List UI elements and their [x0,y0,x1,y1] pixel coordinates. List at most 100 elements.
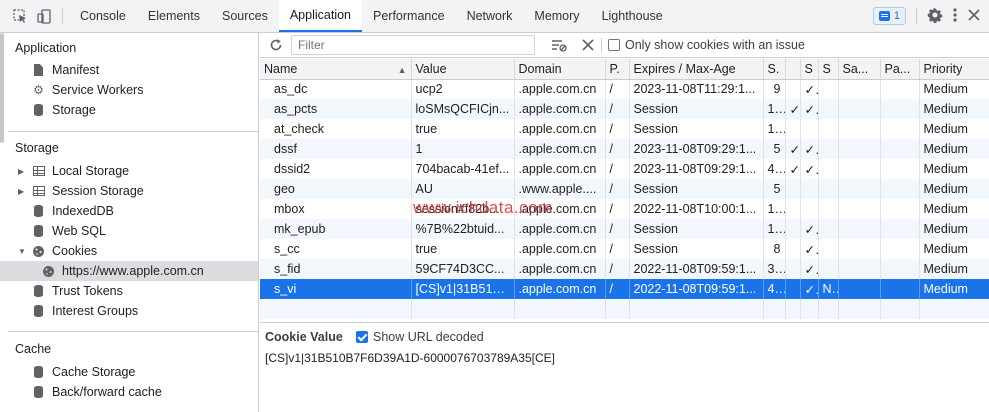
collapse-arrow-icon[interactable]: ▼ [18,247,28,256]
tab-sources[interactable]: Sources [211,0,279,32]
cell-httponly [785,119,801,139]
column-header-expires[interactable]: Expires / Max-Age [629,59,764,80]
cell-samesite [818,259,839,279]
column-header-samesite[interactable]: S [818,59,839,80]
column-header-name[interactable]: Name ▲ [260,59,412,80]
table-row[interactable]: s_vi [CS]v1|31B510... .apple.com.cn/2022-1… [260,279,989,299]
column-header-size[interactable]: S. [763,59,786,80]
tab-performance[interactable]: Performance [362,0,456,32]
cell-domain: .apple.com.cn [514,239,606,259]
cell-domain: .apple.com.cn [514,159,606,179]
sidebar-item-back-forward-cache[interactable]: Back/forward cache [0,382,258,402]
cell-priority: Medium [919,139,989,159]
cell-name: as_pcts [260,99,412,119]
table-row[interactable]: mk_epub %7B%22btuid... .apple.com.cn / Sessi… [260,219,989,239]
tab-lighthouse[interactable]: Lighthouse [591,0,674,32]
sidebar-divider [8,331,259,332]
table-row[interactable]: mbox session#f82b... .apple.com.cn/2022-11… [260,199,989,219]
column-header-path[interactable]: P. [605,59,630,80]
clear-all-icon[interactable] [551,38,567,55]
table-row[interactable]: s_cc true .apple.com.cn / Session 8 ✓ Medium [260,239,989,259]
inspect-element-icon[interactable] [8,0,32,32]
cell-samesite [818,219,839,239]
cell-value: 1 [411,139,515,159]
table-row[interactable]: s_fid 59CF74D3CC... .apple.com.cn/2022-11-… [260,259,989,279]
only-issues-filter[interactable]: Only show cookies with an issue [608,38,805,52]
only-issues-checkbox[interactable] [608,39,620,51]
devtools-tabbar: Console Elements Sources Application Per… [0,0,989,33]
gear-icon[interactable] [927,7,943,26]
more-options-icon[interactable] [951,7,959,26]
cell-domain: .apple.com.cn [514,199,606,219]
tab-application[interactable]: Application [278,0,362,32]
cell-path: / [605,199,630,219]
sidebar-item-interest-groups[interactable]: Interest Groups [0,301,258,321]
toolbar-divider [916,8,917,24]
sidebar-item-session-storage[interactable]: ▶ Session Storage [0,181,258,201]
show-url-decoded-checkbox[interactable] [356,331,368,343]
sidebar-item-web-sql[interactable]: Web SQL [0,221,258,241]
application-sidebar: Application Manifest ⚙ Service Workers S… [0,33,259,412]
expand-arrow-icon[interactable]: ▶ [18,167,28,176]
cell-partition [880,79,920,99]
cell-priority: Medium [919,239,989,259]
issues-badge[interactable]: 1 [872,7,906,25]
sidebar-item-local-storage[interactable]: ▶ Local Storage [0,161,258,181]
cell-httponly [785,199,801,219]
column-header-secure[interactable]: S [800,59,819,80]
column-header-partition[interactable]: Pa... [880,59,920,80]
column-header-domain[interactable]: Domain [514,59,606,80]
cell-sameparty [838,239,881,259]
table-row[interactable]: dssf 1 .apple.com.cn/2023-11-08T09:29:1...… [260,139,989,159]
sidebar-item-label: Web SQL [52,224,106,238]
cell-secure: ✓ [800,279,819,299]
filter-input[interactable] [291,35,535,55]
empty-cell [411,299,515,319]
cell-path: / [605,119,630,139]
close-icon[interactable] [967,8,981,25]
sidebar-item-cookie-origin[interactable]: https://www.apple.com.cn [0,261,258,281]
sidebar-heading-cache: Cache [15,342,52,356]
expand-arrow-icon[interactable]: ▶ [18,187,28,196]
cell-partition [880,239,920,259]
table-row[interactable]: geo AU .www.apple.... / Session 5 Medium [260,179,989,199]
sidebar-item-storage-overview[interactable]: Storage [0,100,258,120]
show-url-decoded-toggle[interactable]: Show URL decoded [356,330,484,344]
cell-expires: 2022-11-08T10:00:1... [629,199,764,219]
sidebar-item-trust-tokens[interactable]: Trust Tokens [0,281,258,301]
column-header-sameparty[interactable]: Sa... [838,59,881,80]
table-row[interactable]: as_pcts loSMsQCFICjn... .apple.com.cn / Sess… [260,99,989,119]
cell-priority: Medium [919,79,989,99]
cell-path: / [605,139,630,159]
cell-sameparty [838,139,881,159]
sidebar-item-label: Interest Groups [52,304,139,318]
column-header-priority[interactable]: Priority [919,59,989,80]
sidebar-item-cache-storage[interactable]: Cache Storage [0,362,258,382]
tab-console[interactable]: Console [69,0,137,32]
table-row[interactable]: as_dc ucp2 .apple.com.cn/2023-11-08T11:29:… [260,79,989,99]
tab-elements[interactable]: Elements [137,0,211,32]
column-header-httponly[interactable] [785,59,801,80]
sidebar-item-label: Cookies [52,244,98,258]
sidebar-item-service-workers[interactable]: ⚙ Service Workers [0,80,258,100]
tab-network[interactable]: Network [456,0,524,32]
cell-name: mk_epub [260,219,412,239]
cell-size: 8 [763,239,786,259]
cell-secure: ✓ [800,159,819,179]
cell-domain: .apple.com.cn [514,79,606,99]
column-header-value[interactable]: Value [411,59,515,80]
tab-memory[interactable]: Memory [523,0,590,32]
empty-cell [629,299,764,319]
delete-selected-icon[interactable] [582,39,594,54]
device-toolbar-icon[interactable] [32,0,56,32]
cookie-value-text[interactable]: [CS]v1|31B510B7F6D39A1D-6000076703789A35… [265,351,555,365]
sidebar-item-indexeddb[interactable]: IndexedDB [0,201,258,221]
cell-size: 1... [763,199,786,219]
refresh-icon[interactable] [269,38,283,55]
sidebar-item-cookies[interactable]: ▼ Cookies [0,241,258,261]
sidebar-item-manifest[interactable]: Manifest [0,60,258,80]
table-row[interactable]: dssid2 704bacab-41ef... .apple.com.cn/2023… [260,159,989,179]
cell-name: s_vi [260,279,412,299]
cell-value: [CS]v1|31B510... [411,279,515,299]
table-row[interactable]: at_check true .apple.com.cn / Session 12 Mediu… [260,119,989,139]
